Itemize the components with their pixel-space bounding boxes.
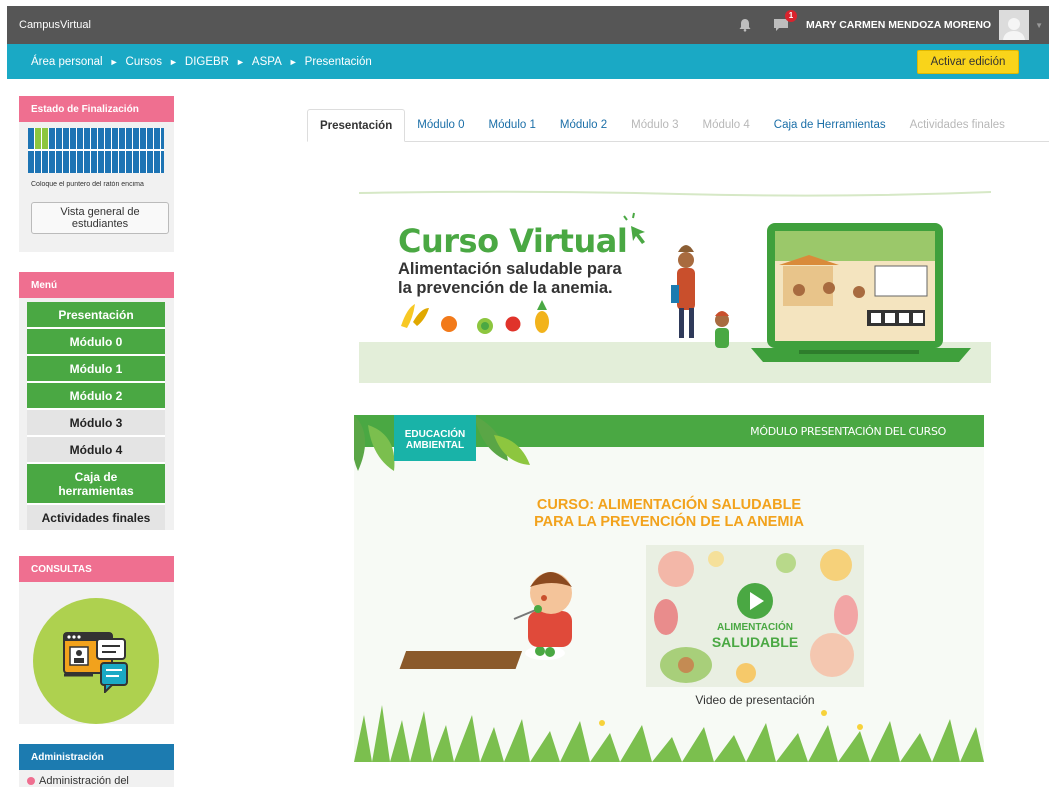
module-course-title: CURSO: ALIMENTACIÓN SALUDABLE PARA LA PR… bbox=[354, 497, 984, 531]
admin-course-item[interactable]: Administración del bbox=[27, 775, 174, 787]
page: { "topbar": { "brand": "CampusVirtual", … bbox=[0, 0, 1049, 787]
completion-block-title: Estado de Finalización bbox=[19, 96, 174, 122]
menu-item-actividades-finales[interactable]: Actividades finales bbox=[27, 505, 165, 532]
tab-caja-herramientas[interactable]: Caja de Herramientas bbox=[762, 109, 898, 142]
bullet-icon bbox=[27, 777, 35, 785]
notification-badge: 1 bbox=[784, 10, 797, 22]
video-caption-line-2: SALUDABLE bbox=[711, 634, 799, 650]
menu-item-modulo-2[interactable]: Módulo 2 bbox=[27, 383, 165, 410]
badge-line-2: AMBIENTAL bbox=[405, 440, 465, 451]
course-subtitle: Alimentación saludable para la prevenció… bbox=[398, 260, 658, 298]
student-overview-button[interactable]: Vista general de estudiantes bbox=[31, 202, 169, 234]
completion-status-block: Estado de Finalización Coloque el punter… bbox=[19, 96, 174, 252]
course-subtitle-line-2: la prevención de la anemia. bbox=[398, 279, 613, 297]
presentation-video-thumbnail[interactable]: ALIMENTACIÓN SALUDABLE bbox=[646, 545, 864, 687]
breadcrumb: Área personal ► Cursos ► DIGEBR ► ASPA ►… bbox=[31, 56, 372, 68]
course-subtitle-line-1: Alimentación saludable para bbox=[398, 260, 622, 278]
admin-block: Administración Administración del bbox=[19, 744, 174, 787]
video-caption-line-1: ALIMENTACIÓN bbox=[717, 622, 793, 633]
breadcrumb-bar: Área personal ► Cursos ► DIGEBR ► ASPA ►… bbox=[7, 44, 1049, 79]
completed-activity-cells bbox=[35, 128, 48, 149]
tab-modulo-0[interactable]: Módulo 0 bbox=[405, 109, 476, 142]
admin-course-label: Administración del bbox=[39, 775, 129, 787]
video-caption-text: ALIMENTACIÓN SALUDABLE bbox=[646, 621, 864, 649]
top-navbar: CampusVirtual 1 MARY CARMEN MENDOZA MORE… bbox=[7, 6, 1049, 44]
breadcrumb-separator-icon: ► bbox=[288, 56, 298, 67]
menu-item-modulo-3[interactable]: Módulo 3 bbox=[27, 410, 165, 437]
menu-block-title: Menú bbox=[19, 272, 174, 298]
menu-item-modulo-1[interactable]: Módulo 1 bbox=[27, 356, 165, 383]
menu-block: Menú Presentación Módulo 0 Módulo 1 Módu… bbox=[19, 272, 174, 532]
tab-modulo-4: Módulo 4 bbox=[702, 119, 750, 131]
breadcrumb-separator-icon: ► bbox=[109, 56, 119, 67]
avatar-icon[interactable] bbox=[999, 10, 1030, 40]
breadcrumb-separator-icon: ► bbox=[235, 56, 245, 67]
course-title: Curso Virtual bbox=[398, 222, 628, 260]
completion-hint-text: Coloque el puntero del ratón encima bbox=[31, 181, 144, 188]
module-course-title-line-2: PARA LA PREVENCIÓN DE LA ANEMIA bbox=[534, 514, 804, 530]
play-icon[interactable] bbox=[735, 581, 775, 621]
badge-line-1: EDUCACIÓN bbox=[404, 429, 466, 440]
bell-icon[interactable] bbox=[734, 14, 756, 36]
menu-item-modulo-4[interactable]: Módulo 4 bbox=[27, 437, 165, 464]
educacion-ambiental-badge: EDUCACIÓN AMBIENTAL bbox=[394, 415, 476, 461]
breadcrumb-item-area-personal[interactable]: Área personal bbox=[31, 56, 103, 68]
breadcrumb-item-presentacion[interactable]: Presentación bbox=[305, 56, 372, 68]
menu-item-presentacion[interactable]: Presentación bbox=[27, 302, 165, 329]
admin-block-title: Administración bbox=[19, 744, 174, 770]
breadcrumb-item-digebr[interactable]: DIGEBR bbox=[185, 56, 229, 68]
consultas-block: CONSULTAS bbox=[19, 556, 174, 724]
chat-icon[interactable]: 1 bbox=[770, 10, 797, 36]
tab-presentacion[interactable]: Presentación bbox=[307, 109, 406, 142]
module-banner: MÓDULO PRESENTACIÓN DEL CURSO EDUCACIÓN … bbox=[354, 415, 984, 762]
tab-actividades-finales: Actividades finales bbox=[909, 119, 1005, 131]
menu-item-caja-herramientas[interactable]: Caja de herramientas bbox=[27, 464, 165, 505]
user-menu-name[interactable]: MARY CARMEN MENDOZA MORENO bbox=[806, 19, 991, 31]
menu-item-modulo-0[interactable]: Módulo 0 bbox=[27, 329, 165, 356]
consultas-forum-icon[interactable] bbox=[33, 598, 159, 724]
site-brand-link[interactable]: CampusVirtual bbox=[19, 19, 91, 31]
completion-progress-grid[interactable] bbox=[28, 128, 164, 173]
course-banner-image: Curso Virtual Alimentación saludable par… bbox=[359, 190, 991, 383]
tab-modulo-1[interactable]: Módulo 1 bbox=[477, 109, 548, 142]
module-course-title-line-1: CURSO: ALIMENTACIÓN SALUDABLE bbox=[536, 497, 802, 513]
breadcrumb-item-aspa[interactable]: ASPA bbox=[252, 56, 282, 68]
breadcrumb-item-cursos[interactable]: Cursos bbox=[126, 56, 162, 68]
chevron-down-icon[interactable]: ▼ bbox=[1035, 21, 1043, 30]
breadcrumb-separator-icon: ► bbox=[168, 56, 178, 67]
activar-edicion-button[interactable]: Activar edición bbox=[917, 50, 1019, 74]
video-label: Video de presentación bbox=[695, 693, 815, 707]
consultas-block-title: CONSULTAS bbox=[19, 556, 174, 582]
course-tabs: Presentación Módulo 0 Módulo 1 Módulo 2 … bbox=[307, 109, 1049, 142]
tab-modulo-2[interactable]: Módulo 2 bbox=[548, 109, 619, 142]
tab-modulo-3: Módulo 3 bbox=[631, 119, 679, 131]
